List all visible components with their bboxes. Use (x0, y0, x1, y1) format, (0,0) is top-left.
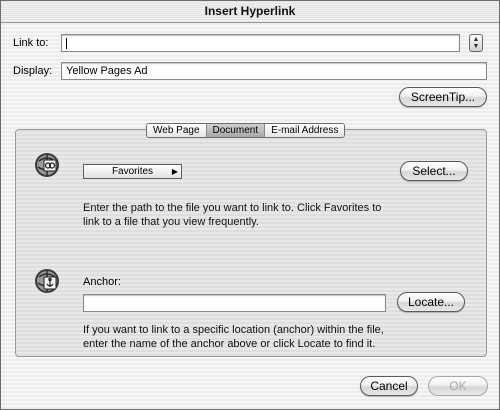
favorites-popup[interactable]: Favorites ▶ (83, 164, 182, 179)
tab-document[interactable]: Document (206, 124, 266, 137)
locate-button[interactable]: Locate... (397, 292, 465, 312)
display-label: Display: (13, 65, 53, 77)
anchor-help-line-2: enter the name of the anchor above or cl… (83, 338, 376, 350)
tab-email-address[interactable]: E-mail Address (265, 124, 345, 137)
ok-button[interactable]: OK (428, 376, 488, 396)
link-to-field[interactable] (61, 34, 460, 52)
triangle-right-icon: ▶ (171, 167, 178, 176)
path-help-line-2: link to a file that you view frequently. (83, 216, 259, 228)
anchor-field[interactable] (83, 294, 386, 312)
path-help-line-1: Enter the path to the file you want to l… (83, 202, 382, 214)
anchor-globe-icon (35, 269, 59, 293)
document-globe-icon (35, 153, 59, 177)
anchor-help-text: If you want to link to a specific locati… (83, 323, 384, 351)
cancel-button[interactable]: Cancel (360, 376, 418, 396)
anchor-help-line-1: If you want to link to a specific locati… (83, 324, 384, 336)
display-field[interactable]: Yellow Pages Ad (61, 62, 487, 80)
insert-hyperlink-dialog: Insert Hyperlink Link to: ▲ ▼ Display: Ye… (0, 0, 500, 410)
tab-web-page[interactable]: Web Page (147, 124, 207, 137)
favorites-label: Favorites (111, 166, 154, 177)
text-cursor (66, 37, 67, 49)
link-to-history-stepper[interactable]: ▲ ▼ (469, 34, 483, 52)
link-type-tabs: Web Page Document E-mail Address (146, 123, 346, 138)
anchor-label: Anchor: (83, 276, 121, 288)
path-help-text: Enter the path to the file you want to l… (83, 201, 381, 229)
link-to-label: Link to: (13, 37, 49, 49)
screentip-button[interactable]: ScreenTip... (399, 87, 487, 107)
select-button[interactable]: Select... (400, 161, 468, 181)
dialog-title: Insert Hyperlink (1, 1, 499, 23)
